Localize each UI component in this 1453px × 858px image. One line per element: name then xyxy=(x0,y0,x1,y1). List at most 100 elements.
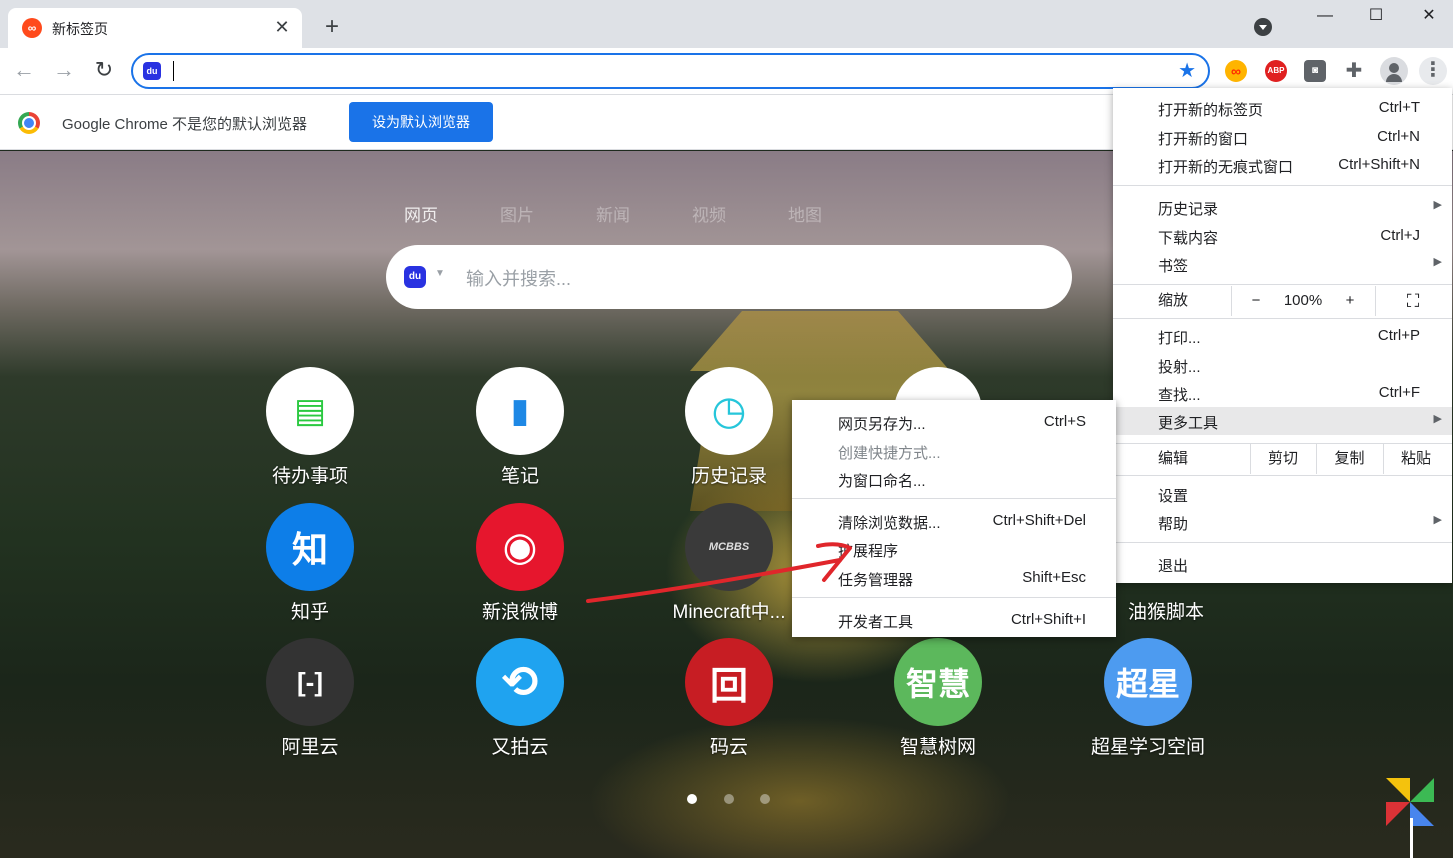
menu-more-tools[interactable]: 更多工具 ▶ xyxy=(1113,407,1452,435)
submenu-arrow-icon: ▶ xyxy=(1433,256,1442,268)
baidu-site-icon[interactable]: du xyxy=(143,62,161,80)
menu-bookmarks[interactable]: 书签 ▶ xyxy=(1113,250,1452,278)
tile-label: 历史记录 xyxy=(690,466,767,487)
menu-label: 任务管理器 xyxy=(838,572,914,589)
paste-button[interactable]: 粘贴 xyxy=(1383,444,1449,474)
menu-separator xyxy=(1113,318,1452,319)
tile-upyun[interactable]: ⟲ 又拍云 xyxy=(435,638,605,759)
notes-icon: ▮ xyxy=(476,367,564,455)
submenu-name-window[interactable]: 为窗口命名... xyxy=(792,465,1116,493)
baidu-engine-icon[interactable]: du xyxy=(404,266,426,288)
search-tab-map[interactable]: 地图 xyxy=(788,201,822,226)
tile-label: 又拍云 xyxy=(491,737,549,758)
tab-search-icon[interactable] xyxy=(1254,18,1272,36)
weibo-icon: ◉ xyxy=(476,503,564,591)
zhihu-icon: 知 xyxy=(266,503,354,591)
forward-button[interactable]: → xyxy=(49,56,79,86)
search-tab-images[interactable]: 图片 xyxy=(500,201,534,226)
new-tab-button[interactable]: + xyxy=(318,14,346,42)
tile-chaoxing[interactable]: 超星 超星学习空间 xyxy=(1063,638,1233,759)
pinwheel-logo-icon xyxy=(1386,778,1438,858)
submenu-developer-tools[interactable]: 开发者工具 Ctrl+Shift+I xyxy=(792,606,1116,634)
zoom-value: 100% xyxy=(1283,292,1323,309)
tile-weibo[interactable]: ◉ 新浪微博 xyxy=(435,503,605,624)
page-dot-1[interactable] xyxy=(687,794,697,804)
menu-label: 开发者工具 xyxy=(838,614,914,631)
submenu-save-page[interactable]: 网页另存为... Ctrl+S xyxy=(792,408,1116,436)
back-button[interactable]: ← xyxy=(9,56,39,86)
bookmark-star-icon[interactable]: ★ xyxy=(1178,58,1196,83)
zoom-divider xyxy=(1231,286,1232,316)
menu-label: 帮助 xyxy=(1158,516,1189,533)
menu-find[interactable]: 查找... Ctrl+F xyxy=(1113,379,1452,407)
copy-button[interactable]: 复制 xyxy=(1316,444,1383,474)
menu-label: 扩展程序 xyxy=(838,543,899,560)
tile-todo[interactable]: ▤ 待办事项 xyxy=(225,367,395,488)
submenu-task-manager[interactable]: 任务管理器 Shift+Esc xyxy=(792,564,1116,592)
fullscreen-icon[interactable]: ⛶ xyxy=(1398,286,1428,316)
menu-new-tab[interactable]: 打开新的标签页 Ctrl+T xyxy=(1113,94,1452,122)
extensions-puzzle-icon[interactable]: ✚ xyxy=(1343,60,1365,82)
submenu-extensions[interactable]: 扩展程序 xyxy=(792,535,1116,563)
chrome-menu-button[interactable]: ⋮ xyxy=(1419,57,1447,85)
zoom-out-button[interactable]: − xyxy=(1243,286,1269,316)
tile-aliyun[interactable]: [-] 阿里云 xyxy=(225,638,395,759)
tile-mcbbs[interactable]: MCBBS Minecraft中... xyxy=(644,503,814,624)
menu-zoom-row: 缩放 − 100% + ⛶ xyxy=(1113,286,1452,316)
menu-history[interactable]: 历史记录 ▶ xyxy=(1113,193,1452,221)
submenu-clear-browsing-data[interactable]: 清除浏览数据... Ctrl+Shift+Del xyxy=(792,507,1116,535)
search-tab-video[interactable]: 视频 xyxy=(692,201,726,226)
menu-help[interactable]: 帮助 ▶ xyxy=(1113,508,1452,536)
zoom-in-button[interactable]: + xyxy=(1337,286,1363,316)
tile-notes[interactable]: ▮ 笔记 xyxy=(435,367,605,488)
cut-button[interactable]: 剪切 xyxy=(1250,444,1316,474)
adblock-plus-icon[interactable]: ABP xyxy=(1265,60,1287,82)
close-window-button[interactable]: ✕ xyxy=(1406,0,1452,32)
set-default-browser-button[interactable]: 设为默认浏览器 xyxy=(349,102,493,142)
tile-gitee[interactable]: 回 码云 xyxy=(644,638,814,759)
menu-shortcut: Ctrl+S xyxy=(1043,413,1086,430)
tile-label: 码云 xyxy=(709,737,748,758)
maximize-button[interactable]: ☐ xyxy=(1353,0,1399,32)
profile-avatar-icon[interactable] xyxy=(1380,57,1408,85)
engine-dropdown-icon[interactable]: ▼ xyxy=(435,268,445,279)
submenu-create-shortcut: 创建快捷方式... xyxy=(792,437,1116,465)
reload-button[interactable]: ↻ xyxy=(89,56,119,86)
search-tab-web[interactable]: 网页 xyxy=(404,201,438,226)
menu-settings[interactable]: 设置 xyxy=(1113,480,1452,508)
menu-new-window[interactable]: 打开新的窗口 Ctrl+N xyxy=(1113,123,1452,151)
tab-close-icon[interactable]: ✕ xyxy=(272,17,292,37)
menu-label: 更多工具 xyxy=(1158,415,1219,432)
search-tab-news[interactable]: 新闻 xyxy=(596,201,630,226)
search-box[interactable]: du ▼ 输入并搜索... xyxy=(386,245,1072,309)
menu-cast[interactable]: 投射... xyxy=(1113,351,1452,379)
address-bar[interactable]: du ★ xyxy=(131,53,1210,89)
menu-shortcut: Shift+Esc xyxy=(1022,569,1086,586)
page-dot-3[interactable] xyxy=(760,794,770,804)
tile-label: 笔记 xyxy=(500,466,539,487)
menu-shortcut: Ctrl+Shift+N xyxy=(1338,156,1420,173)
infinity-extension-icon[interactable]: ∞ xyxy=(1225,60,1247,82)
tab-new-tab[interactable]: ∞ 新标签页 ✕ xyxy=(8,8,302,48)
menu-exit[interactable]: 退出 xyxy=(1113,550,1452,578)
tile-label: 智慧树网 xyxy=(899,737,976,758)
menu-print[interactable]: 打印... Ctrl+P xyxy=(1113,322,1452,350)
gitee-icon: 回 xyxy=(685,638,773,726)
menu-downloads[interactable]: 下载内容 Ctrl+J xyxy=(1113,222,1452,250)
tile-history[interactable]: ◷ 历史记录 xyxy=(644,367,814,488)
page-dot-2[interactable] xyxy=(724,794,734,804)
infobar-message: Google Chrome 不是您的默认浏览器 xyxy=(62,116,308,133)
tampermonkey-icon[interactable]: ◙ xyxy=(1304,60,1326,82)
menu-new-incognito[interactable]: 打开新的无痕式窗口 Ctrl+Shift+N xyxy=(1113,151,1452,179)
tile-zhihuishu[interactable]: 智慧 智慧树网 xyxy=(853,638,1023,759)
menu-separator xyxy=(1113,284,1452,285)
tile-zhihu[interactable]: 知 知乎 xyxy=(225,503,395,624)
menu-label: 下载内容 xyxy=(1158,230,1219,247)
menu-separator xyxy=(1113,475,1452,476)
search-placeholder: 输入并搜索... xyxy=(466,269,572,289)
tile-label: 超星学习空间 xyxy=(1090,737,1205,758)
aliyun-icon: [-] xyxy=(266,638,354,726)
menu-shortcut: Ctrl+P xyxy=(1377,327,1420,344)
zoom-divider xyxy=(1375,286,1376,316)
minimize-button[interactable]: — xyxy=(1302,0,1348,32)
